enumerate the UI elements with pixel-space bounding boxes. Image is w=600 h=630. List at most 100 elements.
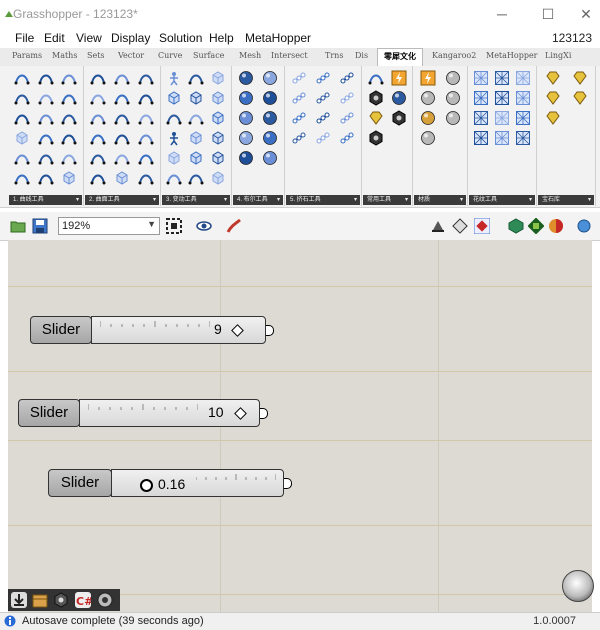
spheres-icon[interactable]: [238, 90, 254, 106]
tab-curve[interactable]: Curve: [158, 51, 182, 60]
network-icon[interactable]: [90, 70, 106, 86]
fabric-icon[interactable]: [114, 70, 130, 86]
chain-icon[interactable]: [315, 130, 331, 146]
freeform-icon[interactable]: [38, 110, 54, 126]
scatter-dots-icon[interactable]: [90, 90, 106, 106]
pipe-icon[interactable]: [90, 170, 106, 186]
hex-pattern-icon[interactable]: [494, 130, 510, 146]
display-options-icon[interactable]: [576, 218, 592, 234]
dashed-cube-icon[interactable]: [210, 150, 226, 166]
gem-cut-icon[interactable]: [572, 90, 588, 106]
frame-icon[interactable]: [114, 130, 130, 146]
number-slider[interactable]: Slider 0.16: [48, 469, 293, 497]
ribbon-panel-label[interactable]: 2. 曲面工具 ▾: [85, 195, 159, 205]
menu-display[interactable]: Display: [111, 31, 150, 45]
plane-icon[interactable]: [38, 150, 54, 166]
arc-tool-icon[interactable]: [38, 70, 54, 86]
output-port[interactable]: [284, 478, 292, 489]
gear-person-icon[interactable]: [166, 70, 182, 86]
crescent-icon[interactable]: [114, 150, 130, 166]
green-preview-icon[interactable]: [508, 218, 524, 234]
weave-icon[interactable]: [515, 130, 531, 146]
zoom-extents-icon[interactable]: [166, 218, 182, 234]
cylinder-icon[interactable]: [138, 90, 154, 106]
panel-expand-icon[interactable]: ▾: [153, 195, 156, 205]
slider-track[interactable]: 0.16: [111, 469, 284, 497]
grasshopper-canvas[interactable]: Slider 9 Slider 10 Slider 0.16: [8, 240, 592, 612]
menu-file[interactable]: File: [15, 31, 34, 45]
ring-nut-icon[interactable]: [97, 592, 113, 608]
cross-shape-icon[interactable]: [61, 130, 77, 146]
spheres-icon[interactable]: [238, 110, 254, 126]
slider-label[interactable]: Slider: [30, 316, 92, 344]
surface-patch-icon[interactable]: [61, 110, 77, 126]
close-button[interactable]: ✕: [572, 4, 600, 24]
spectrum-curve-icon[interactable]: [14, 110, 30, 126]
slider-label[interactable]: Slider: [18, 399, 80, 427]
cross-hex-icon[interactable]: [391, 110, 407, 126]
box-3d-icon[interactable]: [61, 170, 77, 186]
tab-kangaroo2[interactable]: Kangaroo2: [432, 51, 476, 60]
lightning-icon[interactable]: [391, 70, 407, 86]
zoom-selector[interactable]: 192% ▼: [58, 217, 160, 235]
chain-icon[interactable]: [339, 70, 355, 86]
ribbon-panel-label[interactable]: 宝石库 ▾: [538, 195, 594, 205]
tab-dis[interactable]: Dis: [355, 51, 368, 60]
panel-icon[interactable]: [138, 150, 154, 166]
menu-help[interactable]: Help: [209, 31, 234, 45]
arch-icon[interactable]: [138, 110, 154, 126]
hexagon-nut-icon[interactable]: [53, 592, 69, 608]
gear-dots-icon[interactable]: [368, 70, 384, 86]
output-port[interactable]: [260, 408, 268, 419]
wave-surface-icon[interactable]: [90, 110, 106, 126]
wire-display-icon[interactable]: [430, 218, 446, 234]
cube-icon[interactable]: [188, 90, 204, 106]
tab-sets[interactable]: Sets: [87, 51, 105, 60]
points-icon[interactable]: [90, 130, 106, 146]
twisted-surface-icon[interactable]: [90, 150, 106, 166]
slider-grip-diamond-icon[interactable]: [234, 407, 247, 420]
box-icon[interactable]: [188, 130, 204, 146]
metal-sphere-icon[interactable]: [445, 110, 461, 126]
metal-sphere-icon[interactable]: [420, 90, 436, 106]
tab-lingxi[interactable]: LingXi: [545, 51, 571, 60]
chain-icon[interactable]: [291, 110, 307, 126]
lattice-icon[interactable]: [473, 110, 489, 126]
tab-lingxi-culture[interactable]: 零犀文化: [377, 48, 423, 68]
ribbon-panel-label[interactable]: 常用工具 ▾: [363, 195, 411, 205]
dots-icon[interactable]: [188, 110, 204, 126]
slider-grip-round-icon[interactable]: [140, 479, 153, 492]
star-pattern-icon[interactable]: [494, 90, 510, 106]
box-frame-icon[interactable]: [14, 130, 30, 146]
tab-maths[interactable]: Maths: [52, 51, 77, 60]
spline-icon[interactable]: [14, 90, 30, 106]
ribbon-panel-label[interactable]: 3. 变动工具 ▾: [162, 195, 230, 205]
node-curve-icon[interactable]: [38, 90, 54, 106]
nut-icon[interactable]: [368, 130, 384, 146]
surface-icon[interactable]: [114, 90, 130, 106]
arch-icon[interactable]: [138, 170, 154, 186]
chevron-down-icon[interactable]: ▼: [147, 219, 156, 229]
maximize-button[interactable]: ☐: [534, 4, 562, 24]
download-icon[interactable]: [11, 592, 27, 608]
ring-icon[interactable]: [391, 90, 407, 106]
circles-icon[interactable]: [238, 70, 254, 86]
tab-params[interactable]: Params: [12, 51, 42, 60]
tab-intersect[interactable]: Intersect: [271, 51, 308, 60]
stripes-icon[interactable]: [188, 170, 204, 186]
tab-vector[interactable]: Vector: [118, 51, 144, 60]
ribbon-panel-label[interactable]: 4. 布尔工具 ▾: [233, 195, 283, 205]
menu-metahopper[interactable]: MetaHopper: [245, 31, 311, 45]
chain-icon[interactable]: [315, 90, 331, 106]
gem-box-icon[interactable]: [545, 90, 561, 106]
grid-pattern-icon[interactable]: [494, 70, 510, 86]
measure-box-icon[interactable]: [210, 70, 226, 86]
menu-edit[interactable]: Edit: [44, 31, 65, 45]
crescent-icon[interactable]: [61, 70, 77, 86]
hexagon-icon[interactable]: [368, 90, 384, 106]
gem-box-icon[interactable]: [545, 70, 561, 86]
cross-pattern-icon[interactable]: [515, 90, 531, 106]
navigation-ball-icon[interactable]: [562, 570, 594, 602]
shell-icon[interactable]: [138, 130, 154, 146]
metal-sphere-icon[interactable]: [445, 70, 461, 86]
